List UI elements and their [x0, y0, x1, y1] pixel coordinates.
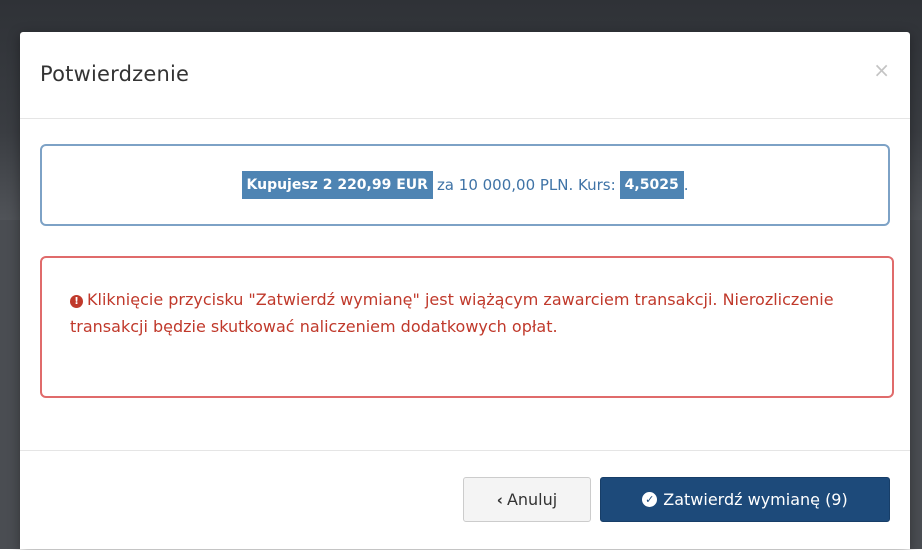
cancel-button[interactable]: ‹ Anuluj — [463, 477, 591, 522]
buy-amount-highlight: Kupujesz 2 220,99 EUR — [241, 171, 433, 199]
summary-end-punctuation: . — [683, 176, 689, 194]
confirmation-dialog: Potwierdzenie × Kupujesz 2 220,99 EUR za… — [20, 32, 910, 549]
close-icon[interactable]: × — [873, 60, 890, 80]
warning-text: Kliknięcie przycisku "Zatwierdź wymianę"… — [70, 290, 834, 336]
exchange-rate-highlight: 4,5025 — [619, 171, 684, 199]
dialog-footer: ‹ Anuluj ✓ Zatwierdź wymianę (9) — [20, 450, 910, 550]
chevron-left-icon: ‹ — [496, 490, 503, 509]
dialog-title: Potwierdzenie — [40, 62, 190, 86]
warning-alert: ! Kliknięcie przycisku "Zatwierdź wymianę… — [40, 256, 894, 398]
exchange-summary: Kupujesz 2 220,99 EUR za 10 000,00 PLN. … — [40, 144, 890, 226]
check-circle-icon: ✓ — [642, 492, 658, 507]
dialog-header: Potwierdzenie × — [20, 32, 910, 119]
exclamation-circle-icon: ! — [70, 295, 83, 308]
confirm-exchange-button[interactable]: ✓ Zatwierdź wymianę (9) — [600, 477, 890, 522]
cancel-button-label: Anuluj — [506, 490, 558, 509]
exchange-details-text: za 10 000,00 PLN. Kurs: — [436, 176, 616, 194]
confirm-button-label: Zatwierdź wymianę (9) — [663, 490, 848, 509]
